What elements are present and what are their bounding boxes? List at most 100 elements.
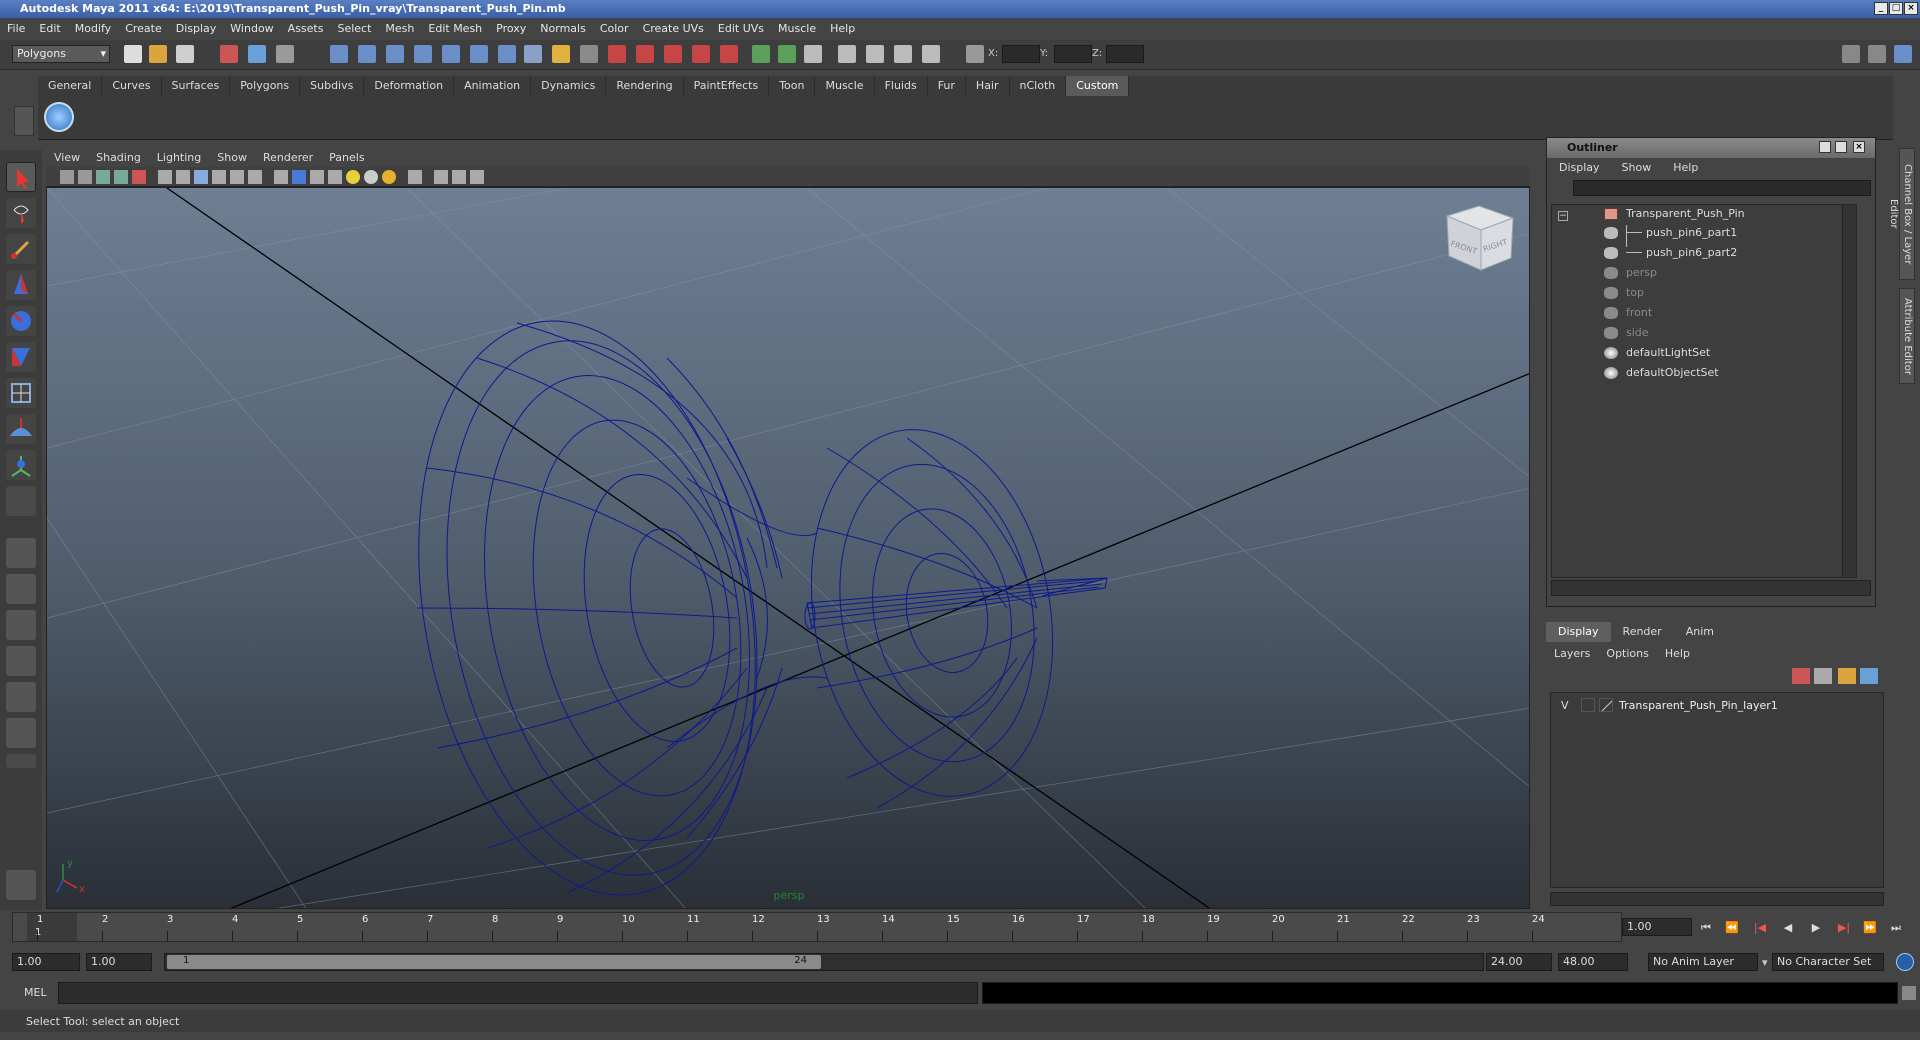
outliner-item-push-pin6-part1[interactable]: push_pin6_part1 xyxy=(1604,224,1737,242)
construction-history-icon[interactable] xyxy=(608,45,626,63)
shelf-tab-polygons[interactable]: Polygons xyxy=(230,76,301,96)
outliner-maximize-button[interactable] xyxy=(1835,141,1847,153)
menu-edit[interactable]: Edit xyxy=(32,18,67,40)
select-object-icon[interactable] xyxy=(248,45,266,63)
layer-tab-render[interactable]: Render xyxy=(1611,622,1674,642)
perspective-viewport[interactable]: persp y x FRONT RIGHT xyxy=(46,187,1530,909)
x-field[interactable] xyxy=(1002,45,1040,63)
viewport-menu-panels[interactable]: Panels xyxy=(321,149,372,167)
lasso-tool-icon[interactable] xyxy=(6,198,36,228)
scale-tool-icon[interactable] xyxy=(6,342,36,372)
menu-assets[interactable]: Assets xyxy=(281,18,331,40)
snap-curve-icon[interactable] xyxy=(358,45,376,63)
layer-menu-layers[interactable]: Layers xyxy=(1546,644,1598,664)
new-layer-from-selection-icon[interactable] xyxy=(1792,668,1810,684)
menu-create[interactable]: Create xyxy=(118,18,169,40)
outliner-item-side[interactable]: side xyxy=(1604,324,1649,342)
soft-modification-icon[interactable] xyxy=(6,414,36,444)
menu-proxy[interactable]: Proxy xyxy=(489,18,533,40)
layout-custom-icon[interactable] xyxy=(6,718,36,748)
all-lights-icon[interactable] xyxy=(382,170,396,184)
viewport-menu-renderer[interactable]: Renderer xyxy=(255,149,321,167)
render-settings-icon[interactable] xyxy=(692,45,710,63)
move-tool-icon[interactable] xyxy=(6,270,36,300)
select-hierarchy-icon[interactable] xyxy=(220,45,238,63)
shelf-tab-fluids[interactable]: Fluids xyxy=(875,76,928,96)
close-button[interactable]: × xyxy=(1904,2,1918,15)
menu-edit-mesh[interactable]: Edit Mesh xyxy=(421,18,489,40)
shelf-tab-muscle[interactable]: Muscle xyxy=(815,76,875,96)
menu-modify[interactable]: Modify xyxy=(68,18,118,40)
layer-menu-options[interactable]: Options xyxy=(1598,644,1656,664)
outliner-item-transparent-push-pin[interactable]: Transparent_Push_Pin xyxy=(1604,205,1745,223)
shelf-tab-subdivs[interactable]: Subdivs xyxy=(300,76,365,96)
xray-icon[interactable] xyxy=(434,170,448,184)
show-attributes-icon[interactable] xyxy=(838,45,856,63)
absolute-transform-icon[interactable] xyxy=(966,45,984,63)
anim-layer-select[interactable]: No Anim Layer xyxy=(1648,953,1758,971)
wireframe-icon[interactable] xyxy=(274,170,288,184)
camera-attributes-icon[interactable] xyxy=(78,170,92,184)
hypershade-icon[interactable] xyxy=(720,45,738,63)
show-channelbox-icon[interactable] xyxy=(894,45,912,63)
menu-create-uvs[interactable]: Create UVs xyxy=(636,18,711,40)
menu-file[interactable]: File xyxy=(0,18,32,40)
rotate-tool-icon[interactable] xyxy=(6,306,36,336)
toggle-channelbox-icon[interactable] xyxy=(1842,45,1860,63)
step-back-key-icon[interactable]: ⏪ xyxy=(1724,921,1740,935)
move-layer-down-icon[interactable] xyxy=(1860,668,1878,684)
menu-display[interactable]: Display xyxy=(169,18,224,40)
checkmark-icon[interactable] xyxy=(44,102,74,132)
layer-type-toggle[interactable] xyxy=(1581,698,1595,712)
isolate-select-icon[interactable] xyxy=(408,170,422,184)
move-layer-up-icon[interactable] xyxy=(1838,668,1856,684)
layer-color-swatch[interactable] xyxy=(1599,698,1613,712)
maximize-button[interactable]: □ xyxy=(1889,2,1903,15)
shelf-tab-curves[interactable]: Curves xyxy=(102,76,162,96)
outliner-close-button[interactable]: × xyxy=(1853,141,1865,153)
step-back-frame-icon[interactable]: |◀ xyxy=(1752,921,1768,935)
viewport-menu-view[interactable]: View xyxy=(46,149,88,167)
attribute-editor-tab[interactable]: Attribute Editor xyxy=(1899,288,1915,384)
xray-joints-icon[interactable] xyxy=(452,170,466,184)
select-component-icon[interactable] xyxy=(276,45,294,63)
universal-manipulator-icon[interactable] xyxy=(6,378,36,408)
ipr-render-icon[interactable] xyxy=(664,45,682,63)
end-time-field[interactable]: 48.00 xyxy=(1558,953,1628,971)
outliner-menu-show[interactable]: Show xyxy=(1610,158,1662,178)
layout-more-icon[interactable] xyxy=(6,754,36,768)
shelf-tab-custom[interactable]: Custom xyxy=(1066,76,1130,96)
go-to-start-icon[interactable]: ⏮ xyxy=(1698,921,1714,935)
open-scene-icon[interactable] xyxy=(149,45,167,63)
layout-graph-icon[interactable] xyxy=(6,646,36,676)
new-layer-icon[interactable] xyxy=(1814,668,1832,684)
film-gate-icon[interactable] xyxy=(158,170,172,184)
layer-tab-display[interactable]: Display xyxy=(1546,622,1611,642)
smooth-shade-icon[interactable] xyxy=(292,170,306,184)
step-forward-frame-icon[interactable]: ▶| xyxy=(1836,921,1852,935)
render-current-icon[interactable] xyxy=(636,45,654,63)
chevron-down-icon[interactable]: ▾ xyxy=(1762,956,1768,969)
layer-row[interactable]: V Transparent_Push_Pin_layer1 xyxy=(1551,697,1881,715)
snap-grid-icon[interactable] xyxy=(330,45,348,63)
menu-edit-uvs[interactable]: Edit UVs xyxy=(711,18,771,40)
outliner-filter-field[interactable] xyxy=(1573,180,1871,196)
menu-color[interactable]: Color xyxy=(593,18,636,40)
resolution-gate-icon[interactable] xyxy=(176,170,190,184)
layout-outliner-icon[interactable] xyxy=(6,610,36,640)
layout-single-icon[interactable] xyxy=(6,538,36,568)
image-plane-icon[interactable] xyxy=(114,170,128,184)
script-editor-button-icon[interactable] xyxy=(1902,986,1916,1000)
show-toolsettings-icon[interactable] xyxy=(866,45,884,63)
start-time-field[interactable]: 1.00 xyxy=(12,953,80,971)
play-backward-icon[interactable]: ◀ xyxy=(1780,921,1796,935)
menu-normals[interactable]: Normals xyxy=(533,18,593,40)
menu-select[interactable]: Select xyxy=(330,18,378,40)
wire-on-shaded-icon[interactable] xyxy=(310,170,324,184)
bookmark-icon[interactable] xyxy=(96,170,110,184)
command-language-label[interactable]: MEL xyxy=(24,986,47,999)
shelf-menu-button[interactable] xyxy=(14,106,34,136)
safe-title-icon[interactable] xyxy=(248,170,262,184)
render-region-icon[interactable] xyxy=(778,45,796,63)
history-icon[interactable] xyxy=(498,45,516,63)
